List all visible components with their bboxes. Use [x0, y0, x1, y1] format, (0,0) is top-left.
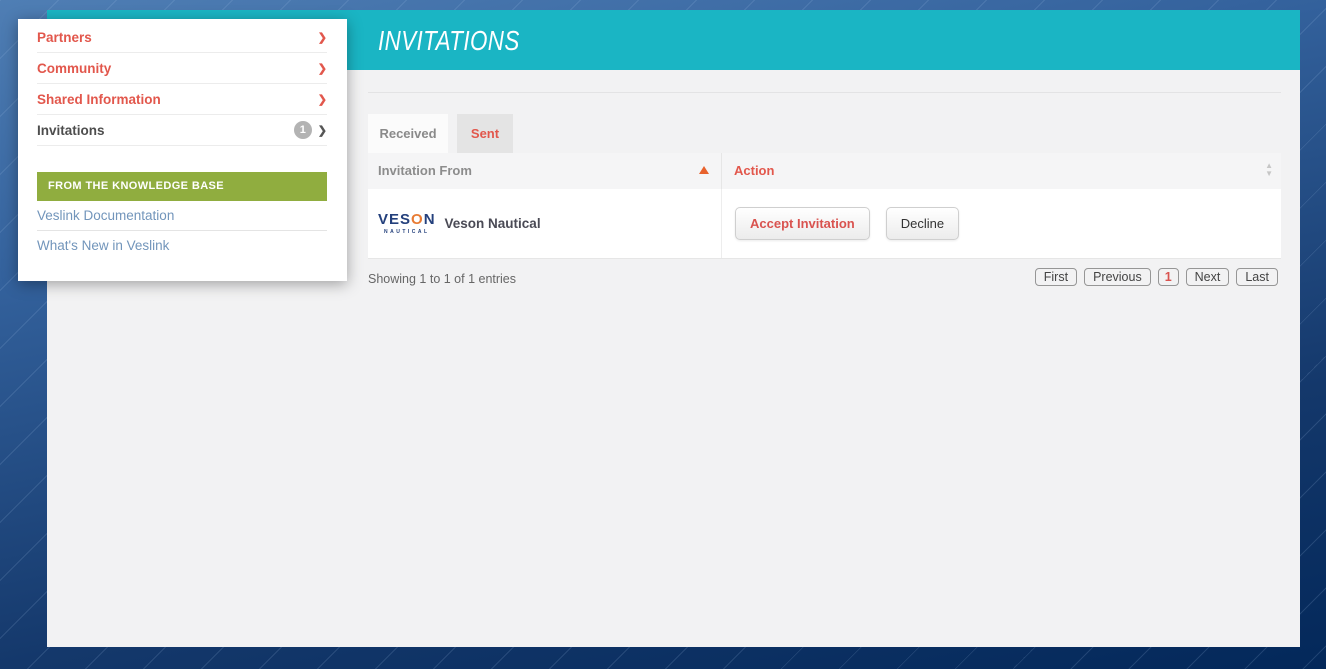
sidebar-item-partners[interactable]: Partners ❯: [37, 22, 327, 53]
table-header: Invitation From Action ▲▼: [368, 153, 1281, 189]
action-cell: Accept Invitation Decline: [722, 189, 1281, 258]
table-row: VESON NAUTICAL Veson Nautical Accept Inv…: [368, 189, 1281, 259]
sidebar-menu-card: Partners ❯ Community ❯ Shared Informatio…: [18, 19, 347, 281]
sidebar-item-label: Community: [37, 61, 318, 76]
pagination-page-1-button[interactable]: 1: [1158, 268, 1179, 286]
main-content: Received Sent Invitation From Action ▲▼ …: [368, 70, 1281, 647]
entries-summary: Showing 1 to 1 of 1 entries: [368, 272, 516, 286]
sort-ascending-icon[interactable]: [699, 166, 709, 174]
sidebar-item-invitations[interactable]: Invitations 1 ❯: [37, 115, 327, 146]
column-header-action[interactable]: Action: [722, 153, 1281, 189]
invitations-count-badge: 1: [294, 121, 312, 139]
link-veslink-documentation[interactable]: Veslink Documentation: [37, 201, 327, 231]
sort-both-icon[interactable]: ▲▼: [1265, 162, 1273, 178]
pagination-first-button[interactable]: First: [1035, 268, 1077, 286]
sidebar-item-label: Invitations: [37, 123, 294, 138]
tab-received[interactable]: Received: [368, 114, 448, 153]
tab-bar: Received Sent: [368, 114, 1281, 153]
page-title: INVITATIONS: [378, 25, 520, 57]
invitation-from-cell: VESON NAUTICAL Veson Nautical: [368, 189, 722, 258]
tab-sent[interactable]: Sent: [457, 114, 513, 153]
pagination-last-button[interactable]: Last: [1236, 268, 1278, 286]
pagination: First Previous 1 Next Last: [1028, 268, 1278, 286]
chevron-right-icon: ❯: [318, 93, 327, 106]
sidebar-item-label: Partners: [37, 30, 318, 45]
chevron-right-icon: ❯: [318, 62, 327, 75]
logo-text: VESON: [378, 211, 436, 228]
veson-nautical-logo: VESON NAUTICAL: [378, 212, 436, 235]
sidebar-item-shared-information[interactable]: Shared Information ❯: [37, 84, 327, 115]
chevron-right-icon: ❯: [318, 31, 327, 44]
knowledge-base-header: FROM THE KNOWLEDGE BASE: [37, 172, 327, 201]
link-whats-new-in-veslink[interactable]: What's New in Veslink: [37, 231, 327, 261]
decline-button[interactable]: Decline: [886, 207, 959, 240]
accept-invitation-button[interactable]: Accept Invitation: [735, 207, 870, 240]
chevron-right-icon: ❯: [318, 124, 327, 137]
partner-name: Veson Nautical: [445, 216, 541, 231]
sidebar-item-community[interactable]: Community ❯: [37, 53, 327, 84]
top-divider: [368, 92, 1281, 93]
logo-subtext: NAUTICAL: [378, 230, 436, 235]
sidebar-item-label: Shared Information: [37, 92, 318, 107]
column-header-invitation-from[interactable]: Invitation From: [368, 153, 722, 189]
pagination-next-button[interactable]: Next: [1186, 268, 1230, 286]
pagination-previous-button[interactable]: Previous: [1084, 268, 1151, 286]
table-footer: Showing 1 to 1 of 1 entries First Previo…: [368, 268, 1281, 292]
